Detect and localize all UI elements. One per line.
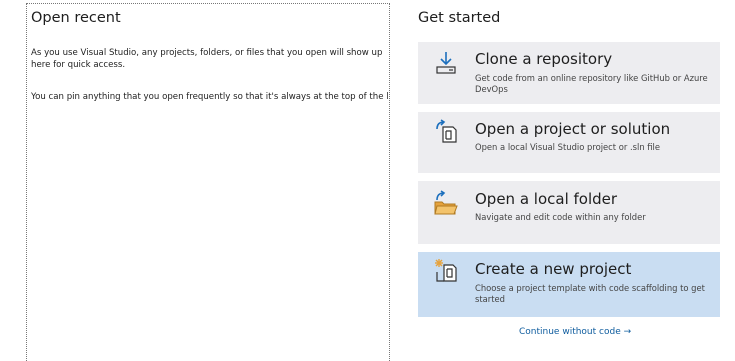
continue-without-code-link[interactable]: Continue without code → bbox=[519, 327, 631, 337]
open-folder-description: Navigate and edit code within any folder bbox=[475, 212, 646, 222]
create-project-description: Choose a project template with code scaf… bbox=[475, 283, 705, 304]
open-folder-title: Open a local folder bbox=[475, 190, 618, 208]
create-project-title: Create a new project bbox=[475, 260, 632, 278]
open-project-description: Open a local Visual Studio project or .s… bbox=[475, 142, 661, 152]
clone-repository-button[interactable]: Clone a repository Get code from an onli… bbox=[418, 42, 720, 104]
create-new-project-button[interactable]: Create a new project Choose a project te… bbox=[418, 252, 720, 317]
clone-repository-title: Clone a repository bbox=[475, 50, 613, 68]
open-local-folder-button[interactable]: Open a local folder Navigate and edit co… bbox=[418, 181, 720, 244]
open-folder-icon bbox=[433, 190, 459, 216]
open-recent-panel: Open recent As you use Visual Studio, an… bbox=[26, 3, 390, 361]
new-project-icon bbox=[433, 258, 459, 284]
get-started-title: Get started bbox=[418, 10, 501, 26]
clone-repository-description: Get code from an online repository like … bbox=[475, 73, 708, 94]
open-project-button[interactable]: Open a project or solution Open a local … bbox=[418, 112, 720, 173]
start-window: Open recent As you use Visual Studio, an… bbox=[0, 0, 735, 361]
open-recent-hint-1: As you use Visual Studio, any projects, … bbox=[31, 48, 383, 70]
open-recent-title: Open recent bbox=[31, 10, 121, 26]
open-recent-hint-2: You can pin anything that you open frequ… bbox=[31, 92, 390, 102]
open-project-title: Open a project or solution bbox=[475, 120, 671, 138]
open-project-icon bbox=[433, 119, 459, 145]
download-icon bbox=[433, 50, 459, 76]
